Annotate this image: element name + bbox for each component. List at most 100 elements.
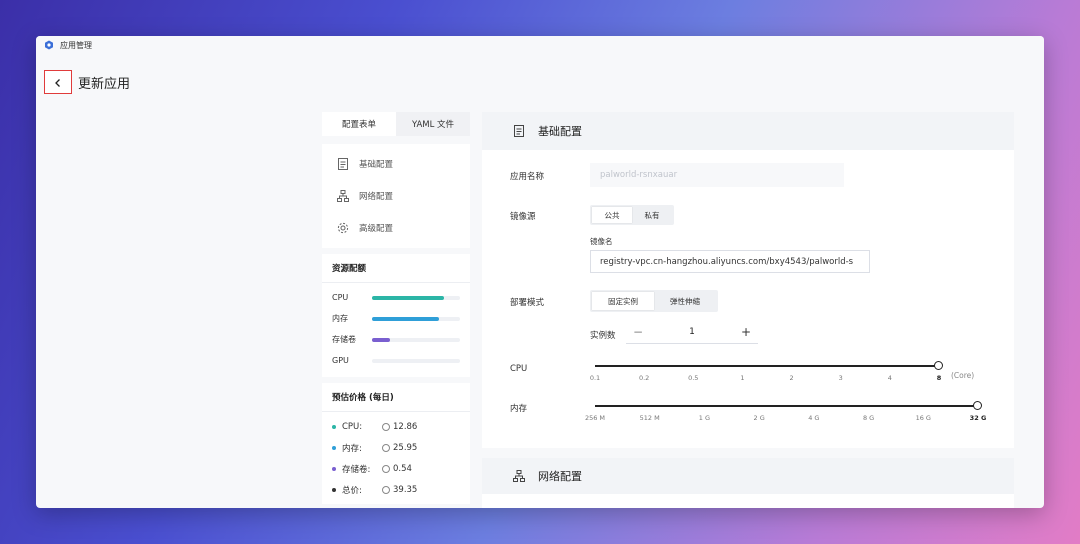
image-source-label: 镜像源 — [510, 212, 536, 222]
tab-config-form[interactable]: 配置表单 — [322, 112, 396, 136]
nav-item-network[interactable]: 网络配置 — [322, 180, 470, 212]
price-label: 存储卷: — [342, 464, 371, 475]
slider-tick-label[interactable]: 4 G — [808, 414, 819, 422]
resource-quota-title: 资源配额 — [322, 254, 470, 283]
deploy-mode-label: 部署模式 — [510, 298, 545, 308]
window-title: 应用管理 — [60, 40, 92, 50]
cpu-label: CPU — [510, 364, 528, 374]
slider-tick-label[interactable]: 0.5 — [688, 374, 698, 382]
gear-icon — [336, 221, 350, 235]
memory-label: 内存 — [510, 404, 528, 414]
slider-tick-label[interactable]: 256 M — [585, 414, 605, 422]
slider-tick-label[interactable]: 8 G — [863, 414, 874, 422]
instances-value[interactable]: 1 — [650, 327, 734, 337]
resource-usage-bar — [372, 316, 460, 321]
slider-tick-label[interactable]: 1 G — [699, 414, 710, 422]
chevron-left-icon — [53, 73, 63, 92]
instances-label: 实例数 — [590, 331, 616, 341]
basic-config-header: 基础配置 — [482, 112, 1014, 150]
legend-dot — [332, 445, 336, 450]
instances-stepper: − 1 + — [626, 320, 758, 344]
resource-usage-fill — [372, 337, 390, 342]
basic-config-title: 基础配置 — [538, 125, 582, 138]
nav-label-network: 网络配置 — [359, 192, 394, 202]
network-config-title: 网络配置 — [538, 470, 582, 483]
decrement-button[interactable]: − — [626, 325, 650, 339]
left-column: 配置表单 YAML 文件 基础配置 网络配置 高级配置 资源配额 CPU 内存 … — [322, 112, 470, 508]
slider-tick-label[interactable]: 2 — [789, 374, 793, 382]
basic-config-panel: 基础配置 应用名称 palworld-rsnxauar 镜像源 公共 私有 镜像… — [482, 112, 1014, 448]
resource-label: CPU — [332, 293, 349, 302]
resource-row: 存储卷 — [322, 329, 470, 350]
slider-tick-label[interactable]: 0.2 — [639, 374, 649, 382]
price-card: 预估价格 (每日) CPU: 12.86 内存: 25.95 存储卷: 0.54 总价: 39… — [322, 383, 470, 504]
resource-quota-card: 资源配额 CPU 内存存储卷 GPU — [322, 254, 470, 377]
network-config-panel: 网络配置 — [482, 458, 1014, 508]
resource-usage-bar — [372, 358, 460, 363]
price-label: 总价: — [342, 485, 362, 496]
section-nav: 基础配置 网络配置 高级配置 — [322, 144, 470, 248]
price-value: 12.86 — [393, 421, 418, 432]
resource-row: GPU — [322, 350, 470, 371]
resource-label: 存储卷 — [332, 335, 356, 344]
cpu-slider-track[interactable] — [595, 365, 939, 367]
resource-list: CPU 内存存储卷 GPU — [322, 283, 470, 377]
legend-dot — [332, 487, 336, 492]
deploy-mode-elastic[interactable]: 弹性伸缩 — [654, 292, 716, 310]
coin-icon — [382, 485, 390, 494]
coin-icon — [382, 464, 390, 473]
deploy-mode-toggle: 固定实例 弹性伸缩 — [590, 290, 718, 312]
increment-button[interactable]: + — [734, 325, 758, 339]
price-list: CPU: 12.86 内存: 25.95 存储卷: 0.54 总价: 39.35 — [322, 412, 470, 504]
image-source-toggle: 公共 私有 — [590, 205, 674, 225]
nav-item-basic[interactable]: 基础配置 — [322, 148, 470, 180]
back-button[interactable] — [44, 70, 72, 94]
resource-row: CPU — [322, 287, 470, 308]
price-label: CPU: — [342, 421, 363, 432]
cpu-unit: (Core) — [951, 371, 975, 380]
deploy-mode-fixed[interactable]: 固定实例 — [592, 292, 654, 310]
slider-tick-label[interactable]: 32 G — [970, 414, 987, 422]
titlebar: 应用管理 — [36, 36, 1044, 54]
memory-slider-handle[interactable] — [973, 401, 982, 410]
legend-dot — [332, 424, 336, 429]
price-value: 0.54 — [393, 463, 412, 474]
form-tabs: 配置表单 YAML 文件 — [322, 112, 470, 136]
slider-tick-label[interactable]: 16 G — [916, 414, 931, 422]
slider-tick-label[interactable]: 3 — [839, 374, 843, 382]
resource-label: GPU — [332, 356, 349, 365]
slider-tick-label[interactable]: 1 — [740, 374, 744, 382]
resource-usage-fill — [372, 316, 439, 321]
price-row: CPU: 12.86 — [322, 416, 470, 437]
slider-tick-label[interactable]: 512 M — [640, 414, 660, 422]
image-name-input[interactable]: registry-vpc.cn-hangzhou.aliyuncs.com/bx… — [590, 250, 870, 273]
image-source-private[interactable]: 私有 — [632, 207, 672, 223]
slider-tick-label[interactable]: 8 — [937, 374, 942, 382]
nav-item-advanced[interactable]: 高级配置 — [322, 212, 470, 244]
app-window: 应用管理 更新应用 配置表单 YAML 文件 基础配置 网络配置 高级配置 资源… — [36, 36, 1044, 508]
network-icon — [512, 469, 526, 483]
price-value: 39.35 — [393, 484, 418, 495]
app-name-input[interactable]: palworld-rsnxauar — [590, 163, 844, 187]
page-title: 更新应用 — [78, 76, 131, 92]
slider-tick-label[interactable]: 4 — [888, 374, 892, 382]
resource-usage-bar — [372, 337, 460, 342]
app-name-label: 应用名称 — [510, 172, 545, 182]
slider-tick-label[interactable]: 0.1 — [590, 374, 600, 382]
document-icon — [512, 124, 526, 138]
price-row: 存储卷: 0.54 — [322, 458, 470, 479]
price-title: 预估价格 (每日) — [322, 383, 470, 412]
coin-icon — [382, 422, 390, 431]
cpu-slider-handle[interactable] — [934, 361, 943, 370]
resource-usage-bar — [372, 295, 460, 300]
nav-label-basic: 基础配置 — [359, 160, 394, 170]
price-value: 25.95 — [393, 442, 418, 453]
document-icon — [336, 157, 350, 171]
memory-slider-track[interactable] — [595, 405, 978, 407]
resource-row: 内存 — [322, 308, 470, 329]
tab-yaml-file[interactable]: YAML 文件 — [396, 112, 470, 136]
image-source-public[interactable]: 公共 — [592, 207, 632, 223]
price-label: 内存: — [342, 443, 362, 454]
slider-tick-label[interactable]: 2 G — [754, 414, 765, 422]
legend-dot — [332, 466, 336, 471]
